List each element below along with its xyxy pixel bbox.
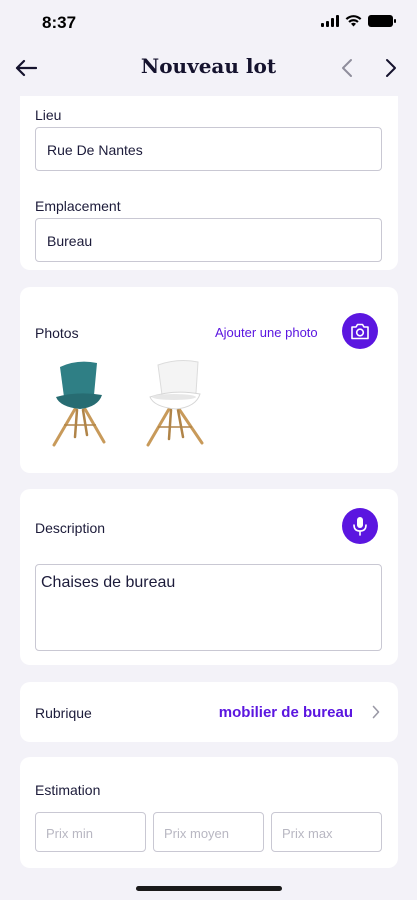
description-label: Description	[35, 520, 106, 536]
description-card: Description Chaises de bureau	[20, 489, 398, 665]
microphone-icon	[353, 517, 367, 536]
rubrique-label: Rubrique	[35, 705, 92, 721]
add-photo-link[interactable]: Ajouter une photo	[215, 325, 318, 340]
next-button[interactable]	[378, 54, 404, 82]
location-card: Lieu Rue De Nantes Emplacement Bureau	[20, 96, 398, 270]
photo-thumbnail[interactable]	[42, 357, 118, 449]
price-max-placeholder: Prix max	[282, 826, 333, 841]
status-icons	[321, 15, 396, 27]
lieu-value: Rue De Nantes	[47, 142, 143, 158]
rubrique-value: mobilier de bureau	[218, 704, 353, 721]
home-indicator[interactable]	[136, 886, 282, 891]
emplacement-label: Emplacement	[35, 198, 121, 214]
emplacement-value: Bureau	[47, 233, 93, 249]
photos-label: Photos	[35, 325, 79, 341]
photo-thumbnail[interactable]	[136, 357, 212, 449]
status-time: 8:37	[42, 13, 77, 32]
battery-icon	[368, 15, 396, 27]
price-min-field[interactable]: Prix min	[35, 812, 146, 852]
price-min-placeholder: Prix min	[46, 826, 93, 841]
previous-button[interactable]	[334, 54, 360, 82]
status-bar: 8:37	[0, 0, 417, 44]
photos-card: Photos Ajouter une photo	[20, 287, 398, 473]
camera-icon	[351, 323, 369, 339]
lieu-field[interactable]: Rue De Nantes	[35, 127, 382, 171]
camera-button[interactable]	[342, 313, 378, 349]
lieu-label: Lieu	[35, 107, 62, 123]
chair-image	[146, 360, 204, 447]
price-max-field[interactable]: Prix max	[271, 812, 382, 852]
emplacement-field[interactable]: Bureau	[35, 218, 382, 262]
chevron-right-icon	[386, 59, 396, 77]
description-value: Chaises de bureau	[41, 574, 176, 591]
signal-icon	[321, 15, 339, 27]
description-textarea[interactable]: Chaises de bureau	[35, 564, 382, 651]
chair-image	[52, 361, 106, 447]
estimation-label: Estimation	[35, 782, 101, 798]
microphone-button[interactable]	[342, 508, 378, 544]
wifi-icon	[345, 15, 362, 27]
chevron-left-icon	[342, 59, 352, 77]
estimation-card: Estimation Prix min Prix moyen Prix max	[20, 757, 398, 868]
price-avg-placeholder: Prix moyen	[164, 826, 230, 841]
rubrique-card[interactable]: Rubrique mobilier de bureau	[20, 682, 398, 742]
nav-bar: Nouveau lot	[0, 44, 417, 90]
price-avg-field[interactable]: Prix moyen	[153, 812, 264, 852]
chevron-right-icon	[368, 702, 384, 722]
